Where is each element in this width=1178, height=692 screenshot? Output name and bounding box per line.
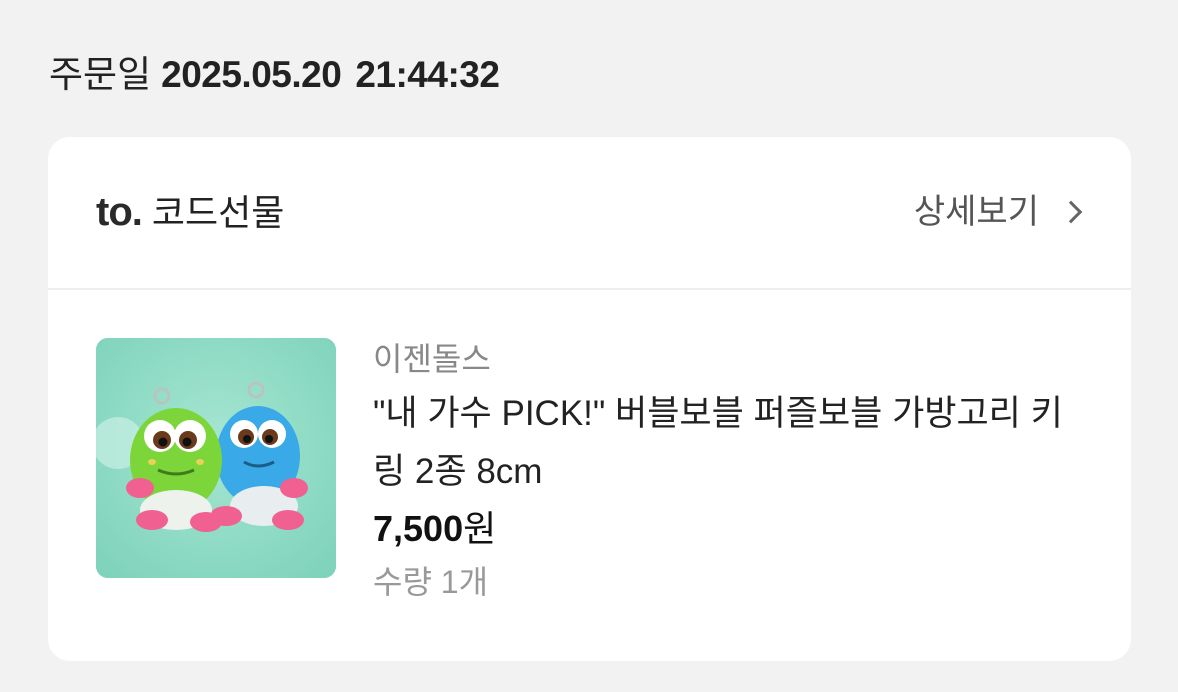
view-details-label: 상세보기: [913, 193, 1039, 231]
order-date-label: 주문일: [49, 54, 152, 95]
view-details-button[interactable]: 상세보기: [914, 189, 1083, 235]
product-info: 이젠돌스 "내 가수 PICK!" 버블보블 퍼즐보블 가방고리 키링 2종 8…: [373, 337, 1093, 604]
product-brand[interactable]: 이젠돌스: [373, 337, 1093, 381]
order-date-value: 2025.05.20 21:44:32: [161, 54, 500, 95]
plush-keyring-image: [96, 338, 336, 578]
order-date: 주문일 2025.05.20 21:44:32: [49, 52, 500, 98]
order-card: to. 코드선물 상세보기 이젠돌스 "내 가수 PICK!" 버블보블 퍼즐보…: [48, 137, 1131, 661]
recipient-name: 코드선물: [151, 192, 285, 233]
product-quantity: 수량 1개: [373, 564, 489, 600]
product-thumbnail[interactable]: [96, 338, 336, 578]
recipient: to. 코드선물: [96, 188, 284, 237]
product-title[interactable]: "내 가수 PICK!" 버블보블 퍼즐보블 가방고리 키링 2종 8cm: [373, 385, 1083, 501]
price-currency: 원: [463, 508, 497, 549]
product-price: 7,500원: [373, 504, 1093, 554]
order-date-time: 21:44:32: [355, 54, 500, 95]
order-date-day: 2025.05.20: [161, 54, 342, 95]
gift-header: to. 코드선물 상세보기: [48, 137, 1131, 290]
chevron-right-icon: [1059, 200, 1083, 224]
price-value: 7,500: [373, 508, 464, 549]
to-label: to.: [96, 190, 143, 234]
